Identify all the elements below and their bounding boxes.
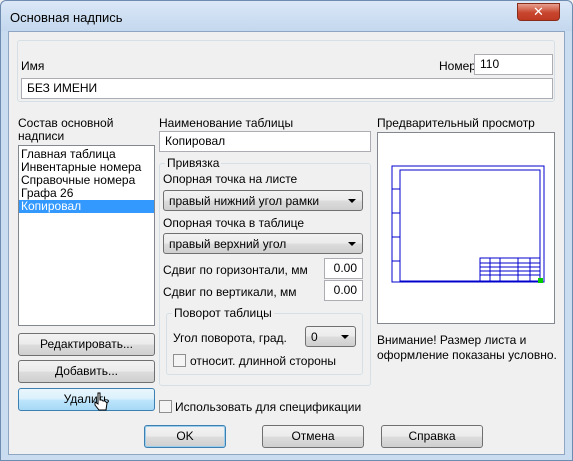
number-label: Номер: [439, 59, 476, 73]
name-input[interactable]: БЕЗ ИМЕНИ: [21, 78, 553, 99]
shift-h-input[interactable]: 0.00: [324, 258, 363, 279]
sheet-point-value: правый нижний угол рамки: [169, 194, 320, 208]
ok-button[interactable]: OK: [144, 425, 226, 448]
angle-value: 0: [311, 330, 318, 344]
preview-drawing: [391, 165, 545, 283]
composition-label-1: Состав основной: [18, 116, 114, 130]
composition-label-2: надписи: [18, 129, 65, 143]
table-point-select[interactable]: правый верхний угол: [163, 233, 363, 254]
shift-h-label: Сдвиг по горизонтали, мм: [163, 263, 308, 277]
shift-v-label: Сдвиг по вертикали, мм: [163, 285, 297, 299]
relative-label: относит. длинной стороны: [190, 354, 337, 368]
table-point-value: правый верхний угол: [169, 237, 287, 251]
help-button[interactable]: Справка: [381, 425, 483, 448]
name-label: Имя: [21, 59, 45, 73]
use-for-spec-label: Использовать для спецификации: [175, 400, 362, 414]
preview-panel: [377, 132, 555, 324]
dialog-window: Основная надпись ✕ Имя Номер 110 БЕЗ ИМЕ…: [0, 0, 573, 461]
dialog-client-area: Имя Номер 110 БЕЗ ИМЕНИ Состав основной …: [8, 31, 565, 455]
cancel-button[interactable]: Отмена: [262, 425, 364, 448]
angle-label: Угол поворота, град.: [173, 331, 287, 345]
chevron-down-icon: [348, 242, 356, 246]
use-for-spec-checkbox[interactable]: [159, 400, 172, 413]
close-button[interactable]: ✕: [517, 3, 560, 21]
preview-note: Внимание! Размер листа и оформление пока…: [377, 333, 557, 362]
angle-select[interactable]: 0: [305, 326, 356, 347]
hand-cursor-icon: [94, 392, 108, 411]
chevron-down-icon: [341, 335, 349, 339]
close-icon: ✕: [533, 4, 544, 19]
shift-v-input[interactable]: 0.00: [324, 280, 363, 301]
sheet-point-label: Опорная точка на листе: [163, 172, 298, 186]
add-button[interactable]: Добавить...: [18, 360, 155, 383]
delete-button[interactable]: Удалить: [18, 388, 155, 411]
title-bar[interactable]: Основная надпись ✕: [1, 1, 572, 31]
sheet-point-select[interactable]: правый нижний угол рамки: [163, 190, 363, 211]
chevron-down-icon: [348, 199, 356, 203]
number-input[interactable]: 110: [474, 54, 553, 75]
rotation-group-title: Поворот таблицы: [172, 306, 274, 320]
edit-button[interactable]: Редактировать...: [18, 333, 155, 356]
window-title: Основная надпись: [10, 10, 123, 25]
binding-group-title: Привязка: [165, 156, 222, 170]
composition-list[interactable]: Главная таблица Инвентарные номера Справоч…: [18, 145, 155, 326]
table-name-input[interactable]: Копировал: [159, 131, 371, 152]
table-point-label: Опорная точка в таблице: [163, 216, 305, 230]
list-item[interactable]: Копировал: [19, 200, 154, 213]
preview-label: Предварительный просмотр: [377, 116, 535, 130]
relative-checkbox[interactable]: [173, 354, 186, 367]
table-name-label: Наименование таблицы: [159, 116, 294, 130]
